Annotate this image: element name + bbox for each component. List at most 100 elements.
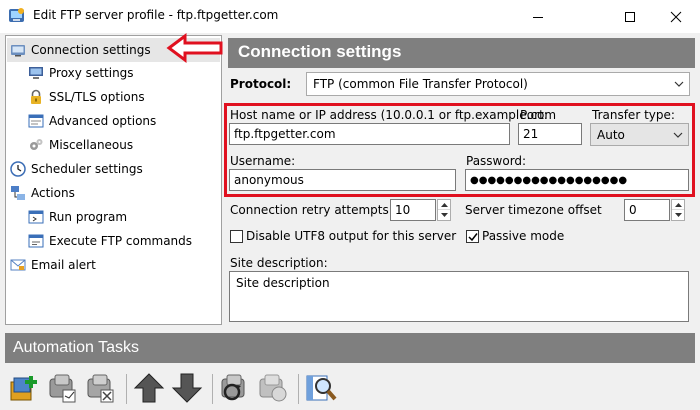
- automation-toolbar: [5, 366, 695, 410]
- host-value: ftp.ftpgetter.com: [234, 127, 336, 141]
- move-up-icon[interactable]: [133, 372, 165, 404]
- site-description-textarea[interactable]: Site description: [229, 271, 689, 322]
- timezone-label: Server timezone offset: [465, 203, 602, 217]
- maximize-icon: [625, 11, 635, 22]
- passive-mode-checkbox[interactable]: [466, 230, 479, 243]
- spin-down-button[interactable]: [438, 210, 450, 220]
- sidebar-item-label: Email alert: [31, 258, 96, 272]
- host-label: Host name or IP address (10.0.0.1 or ftp…: [230, 108, 557, 122]
- sidebar-item-scheduler-settings[interactable]: Scheduler settings: [10, 158, 143, 180]
- checkmark-icon: [467, 232, 478, 241]
- toolbar-separator: [126, 374, 127, 404]
- site-description-label: Site description:: [230, 256, 328, 270]
- search-log-icon[interactable]: [305, 372, 337, 404]
- chevron-down-icon: [674, 81, 684, 87]
- close-icon: [670, 11, 682, 22]
- sidebar-item-connection-settings[interactable]: Connection settings: [10, 39, 151, 61]
- disable-utf8-checkbox[interactable]: [230, 230, 243, 243]
- timezone-input[interactable]: 0: [624, 199, 670, 221]
- lock-icon: [31, 89, 41, 104]
- protocol-label: Protocol:: [230, 77, 292, 91]
- add-task-icon[interactable]: [9, 372, 41, 404]
- spin-up-button[interactable]: [672, 200, 684, 210]
- timezone-value: 0: [629, 203, 637, 217]
- sidebar-item-miscellaneous[interactable]: Miscellaneous: [28, 134, 133, 156]
- password-label: Password:: [466, 154, 527, 168]
- transfer-type-label: Transfer type:: [592, 108, 675, 122]
- section-header: Connection settings: [228, 38, 695, 68]
- actions-icon: [11, 186, 25, 200]
- minimize-button[interactable]: [515, 0, 561, 33]
- caret-up-icon: [674, 202, 682, 207]
- globe-icon: [11, 45, 25, 57]
- passive-mode-label: Passive mode: [482, 229, 565, 243]
- move-down-icon[interactable]: [171, 372, 203, 404]
- caret-down-icon: [440, 213, 448, 217]
- automation-title: Automation Tasks: [13, 339, 139, 356]
- monitor-icon: [29, 67, 43, 79]
- run-icon: [28, 210, 44, 224]
- retry-spinner[interactable]: [437, 199, 451, 221]
- edit-task-icon[interactable]: [47, 372, 79, 404]
- run-task-icon[interactable]: [219, 372, 251, 404]
- sidebar-item-run-program[interactable]: Run program: [28, 206, 127, 228]
- protocol-select[interactable]: FTP (common File Transfer Protocol): [306, 72, 690, 96]
- sidebar-item-email-alert[interactable]: Email alert: [10, 254, 96, 276]
- site-description-value: Site description: [236, 276, 330, 290]
- username-label: Username:: [230, 154, 296, 168]
- gears-icon: [30, 139, 43, 150]
- delete-task-icon[interactable]: [85, 372, 117, 404]
- sidebar-item-label: Execute FTP commands: [49, 234, 193, 248]
- sidebar-item-label: Run program: [49, 210, 128, 224]
- sidebar-item-ssl-tls[interactable]: SSL/TLS options: [28, 86, 145, 108]
- caret-up-icon: [440, 202, 448, 207]
- password-value: ●●●●●●●●●●●●●●●●●●: [470, 174, 628, 186]
- maximize-button[interactable]: [607, 0, 653, 33]
- minimize-icon: [533, 16, 543, 18]
- sidebar-item-label: Connection settings: [31, 43, 151, 57]
- sidebar-item-execute-ftp-commands[interactable]: Execute FTP commands: [28, 230, 192, 252]
- app-icon: [9, 8, 24, 22]
- sidebar-item-label: Advanced options: [49, 114, 157, 128]
- annotation-arrow-icon: [166, 33, 223, 63]
- spin-down-button[interactable]: [672, 210, 684, 220]
- window-title: Edit FTP server profile - ftp.ftpgetter.…: [33, 8, 279, 22]
- caret-down-icon: [674, 213, 682, 217]
- stop-task-icon[interactable]: [257, 372, 289, 404]
- toolbar-separator: [298, 374, 299, 404]
- settings-tree: Connection settings Proxy settings SSL/T…: [5, 35, 222, 325]
- section-title: Connection settings: [238, 42, 402, 61]
- protocol-value: FTP (common File Transfer Protocol): [313, 77, 528, 91]
- username-value: anonymous: [234, 173, 304, 187]
- sidebar-item-label: Scheduler settings: [31, 162, 143, 176]
- sidebar-item-label: Actions: [31, 186, 75, 200]
- email-icon: [10, 259, 26, 271]
- automation-header: Automation Tasks: [5, 333, 695, 363]
- sidebar-item-label: Proxy settings: [49, 66, 134, 80]
- password-input[interactable]: ●●●●●●●●●●●●●●●●●●: [465, 169, 689, 191]
- retry-value: 10: [395, 203, 411, 217]
- transfer-type-select[interactable]: Auto: [590, 123, 689, 146]
- host-input[interactable]: ftp.ftpgetter.com: [229, 123, 510, 145]
- port-input[interactable]: 21: [518, 123, 582, 145]
- timezone-spinner[interactable]: [671, 199, 685, 221]
- disable-utf8-label: Disable UTF8 output for this server: [246, 229, 457, 243]
- username-input[interactable]: anonymous: [229, 169, 456, 191]
- window-icon: [28, 114, 44, 128]
- port-label: Port:: [520, 108, 548, 122]
- title-bar: Edit FTP server profile - ftp.ftpgetter.…: [0, 0, 700, 33]
- close-button[interactable]: [653, 0, 699, 33]
- toolbar-separator: [212, 374, 213, 404]
- transfer-type-value: Auto: [597, 127, 625, 142]
- clock-icon: [10, 161, 26, 177]
- sidebar-item-actions[interactable]: Actions: [10, 182, 75, 204]
- chevron-down-icon: [673, 132, 683, 138]
- sidebar-item-advanced-options[interactable]: Advanced options: [28, 110, 156, 132]
- sidebar-item-proxy-settings[interactable]: Proxy settings: [28, 62, 134, 84]
- retry-label: Connection retry attempts: [230, 203, 389, 217]
- terminal-icon: [28, 234, 44, 248]
- sidebar-item-label: Miscellaneous: [49, 138, 134, 152]
- spin-up-button[interactable]: [438, 200, 450, 210]
- retry-input[interactable]: 10: [390, 199, 436, 221]
- sidebar-item-label: SSL/TLS options: [49, 90, 145, 104]
